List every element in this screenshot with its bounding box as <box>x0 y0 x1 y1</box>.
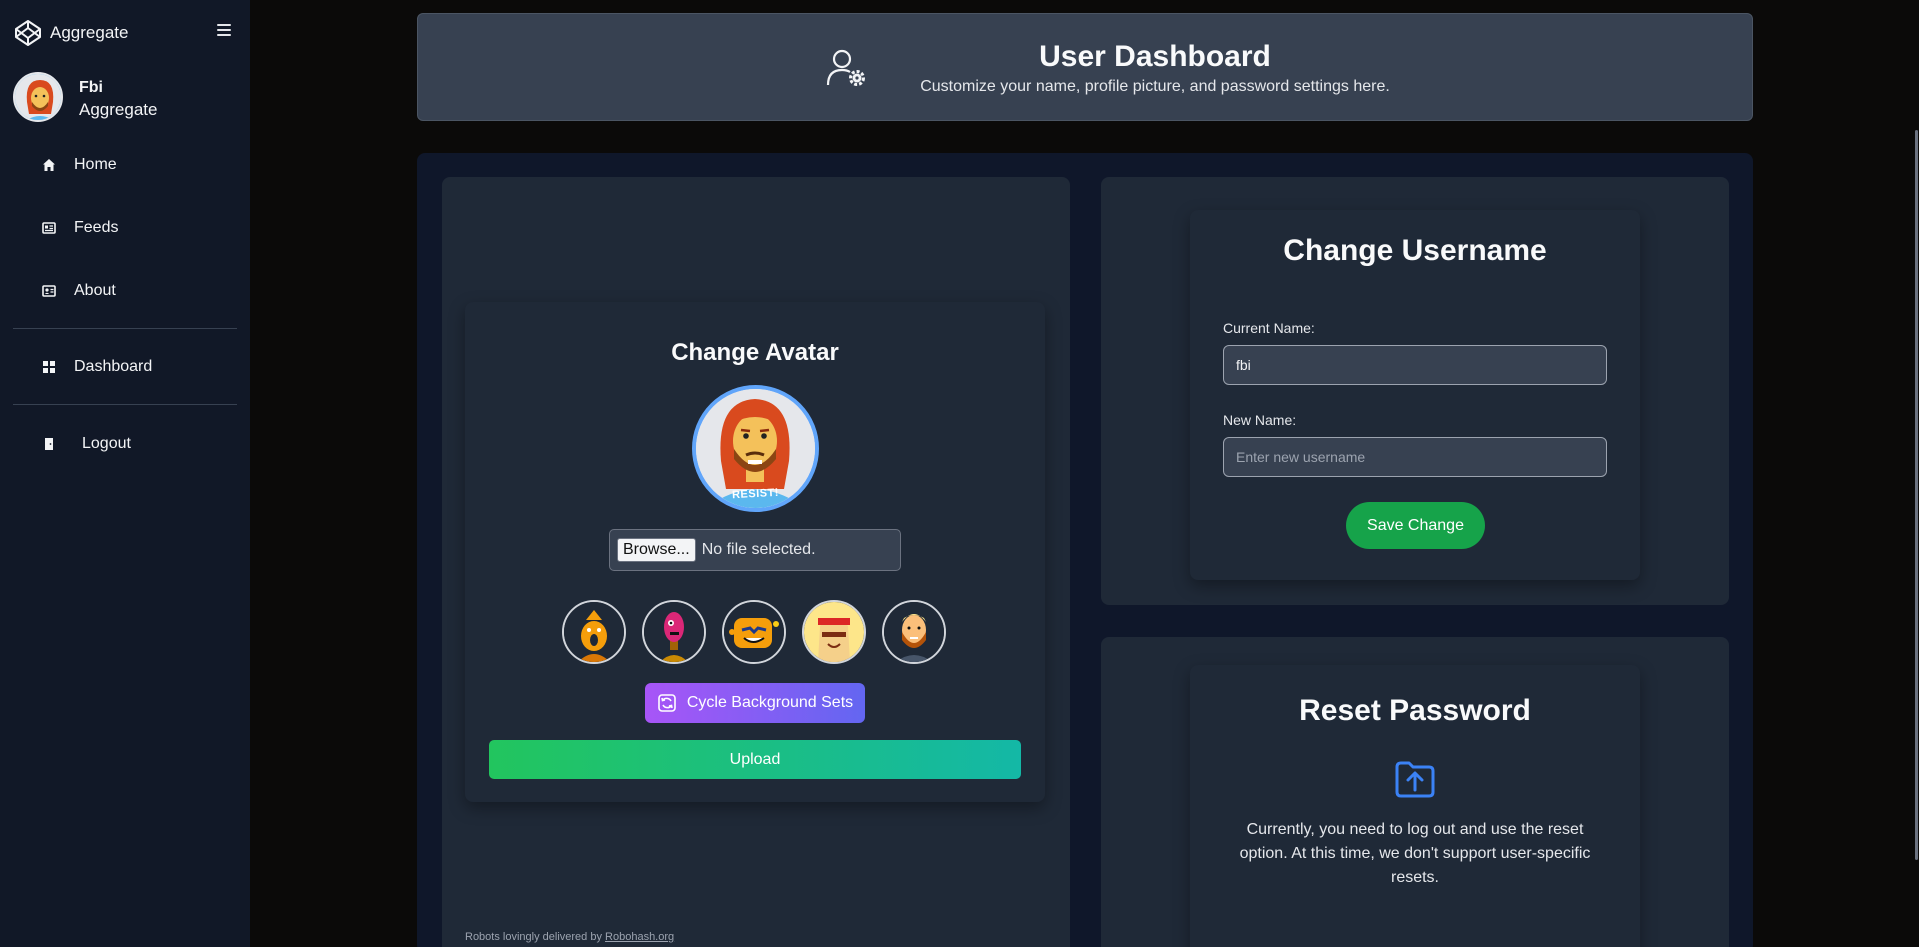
sidebar-item-label: Feeds <box>74 219 119 236</box>
sidebar-item-label: Dashboard <box>74 358 153 375</box>
current-avatar: RESIST! <box>692 385 819 512</box>
sidebar-item-label: Home <box>74 156 117 173</box>
page-subtitle: Customize your name, profile picture, an… <box>920 78 1390 95</box>
sidebar-item-feeds[interactable]: Feeds <box>0 208 250 248</box>
robot-avatar-option[interactable] <box>642 600 706 664</box>
cycle-background-label: Cycle Background Sets <box>686 694 854 711</box>
file-status: No file selected. <box>701 541 816 558</box>
brand[interactable]: Aggregate <box>14 19 128 47</box>
robohash-credit: Robots lovingly delivered by Robohash.or… <box>465 931 674 943</box>
menu-toggle-icon[interactable] <box>217 24 231 36</box>
change-avatar-title: Change Avatar <box>671 339 839 366</box>
home-icon <box>43 159 55 171</box>
sidebar-divider <box>13 404 237 405</box>
codepen-logo-icon <box>15 20 41 46</box>
robot-avatar-option[interactable] <box>722 600 786 664</box>
sidebar-divider <box>13 328 237 329</box>
upload-button[interactable]: Upload <box>489 740 1021 779</box>
robot-avatar-option[interactable] <box>562 600 626 664</box>
brand-name: Aggregate <box>50 23 129 42</box>
dashboard-icon <box>43 361 55 373</box>
file-input[interactable]: Browse... No file selected. <box>609 529 901 571</box>
sidebar-item-home[interactable]: Home <box>0 145 250 185</box>
new-name-label: New Name: <box>1223 412 1297 428</box>
current-name-label: Current Name: <box>1223 320 1315 336</box>
change-username-title: Change Username <box>1283 234 1547 267</box>
sidebar-item-dashboard[interactable]: Dashboard <box>0 347 250 387</box>
logout-icon <box>45 438 53 450</box>
new-name-field[interactable] <box>1223 437 1607 477</box>
browse-button[interactable]: Browse... <box>617 538 696 562</box>
user-name: Fbi <box>79 79 103 96</box>
folder-upload-icon <box>1395 761 1435 798</box>
reset-password-text: Currently, you need to log out and use t… <box>1239 821 1591 886</box>
avatar <box>13 72 63 122</box>
sidebar: Aggregate Fbi Aggregate Home Feeds About <box>0 0 250 947</box>
sidebar-item-logout[interactable]: Logout <box>0 424 250 464</box>
user-org: Aggregate <box>79 100 158 119</box>
sidebar-item-about[interactable]: About <box>0 271 250 311</box>
reset-password-title: Reset Password <box>1299 694 1531 727</box>
page-title: User Dashboard <box>1039 40 1271 73</box>
robohash-link[interactable]: Robohash.org <box>605 931 674 943</box>
refresh-icon <box>658 694 676 712</box>
robot-avatar-option[interactable] <box>802 600 866 664</box>
feeds-icon <box>42 222 56 234</box>
current-name-field[interactable] <box>1223 345 1607 385</box>
user-profile: Fbi Aggregate <box>13 72 157 122</box>
credit-text: Robots lovingly delivered by <box>465 931 602 943</box>
scrollbar[interactable] <box>1915 130 1918 860</box>
about-icon <box>42 285 56 297</box>
page-header: User Dashboard Customize your name, prof… <box>417 13 1753 121</box>
sidebar-item-label: About <box>74 282 116 299</box>
save-change-button[interactable]: Save Change <box>1346 502 1485 549</box>
cycle-background-button[interactable]: Cycle Background Sets <box>645 683 865 723</box>
robot-avatar-option[interactable] <box>882 600 946 664</box>
sidebar-item-label: Logout <box>82 435 131 452</box>
